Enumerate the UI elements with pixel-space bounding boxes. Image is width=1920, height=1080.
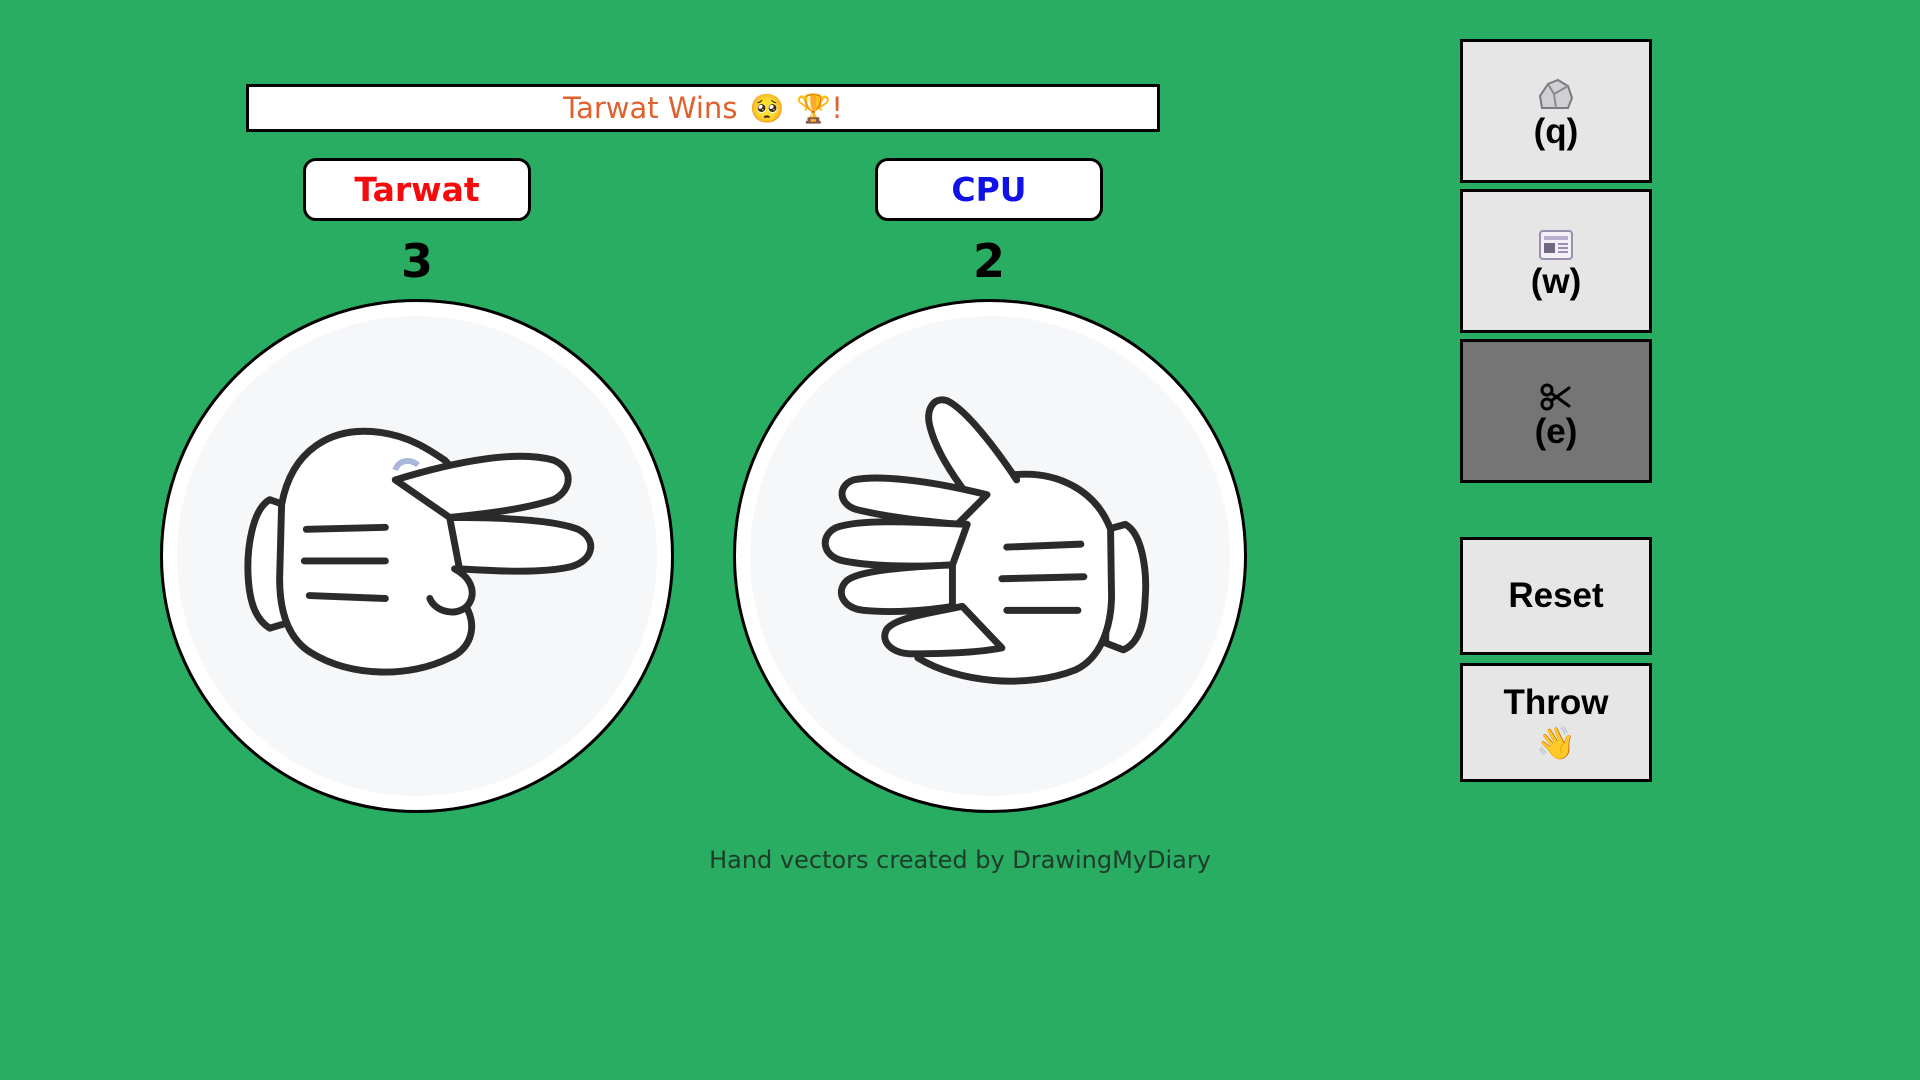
rock-button[interactable]: (q) xyxy=(1460,39,1652,183)
scissors-icon xyxy=(1539,370,1573,412)
scissors-button[interactable]: (e) xyxy=(1460,339,1652,483)
newspaper-icon xyxy=(1537,220,1575,262)
rock-key-label: (q) xyxy=(1533,112,1579,151)
reset-button[interactable]: Reset xyxy=(1460,537,1652,655)
rock-icon xyxy=(1536,70,1576,112)
result-banner: Tarwat Wins 🥺 🏆! xyxy=(246,84,1160,132)
paper-key-label: (w) xyxy=(1530,262,1582,301)
paper-button[interactable]: (w) xyxy=(1460,189,1652,333)
throw-label: Throw xyxy=(1503,682,1609,722)
cpu-name-tag: CPU xyxy=(875,158,1103,221)
result-text: Tarwat Wins xyxy=(563,91,738,125)
waving-hand-icon: 👋 xyxy=(1536,724,1576,761)
cpu-hand-circle xyxy=(733,299,1247,813)
scissors-key-label: (e) xyxy=(1534,412,1578,451)
result-suffix: ! xyxy=(831,91,843,125)
player-name-tag: Tarwat xyxy=(303,158,531,221)
reset-label: Reset xyxy=(1508,576,1604,615)
cpu-score: 2 xyxy=(972,234,1005,288)
throw-button[interactable]: Throw 👋 xyxy=(1460,663,1652,782)
player-hand-circle xyxy=(160,299,674,813)
credit-text: Hand vectors created by DrawingMyDiary xyxy=(709,846,1211,874)
player-score: 3 xyxy=(400,234,433,288)
trophy-emoji-group: 🏆! xyxy=(796,91,843,125)
scissors-hand-icon xyxy=(244,427,595,676)
trophy-icon: 🏆 xyxy=(796,92,832,125)
pleading-face-emoji: 🥺 xyxy=(749,91,785,125)
paper-hand-icon xyxy=(821,396,1150,685)
game-stage: Tarwat Wins 🥺 🏆! Tarwat CPU 3 2 Hand vec… xyxy=(0,0,1920,1080)
